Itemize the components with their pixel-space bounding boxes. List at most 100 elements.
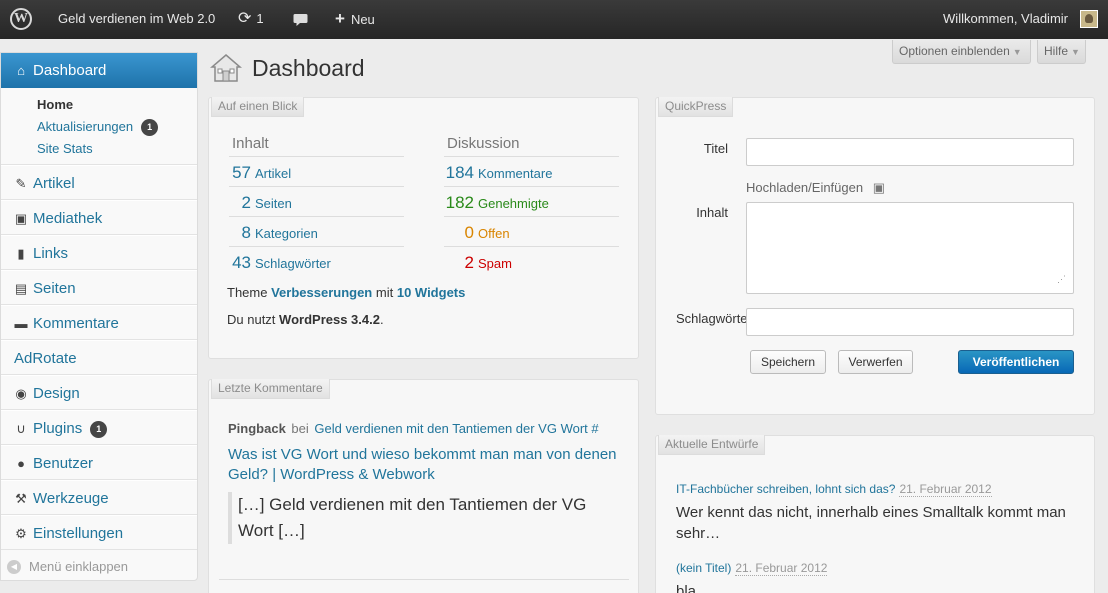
admin-bar: W Geld verdienen im Web 2.0 ⟳ 1 + Neu Will… — [0, 0, 1108, 39]
glance-label: Seiten — [255, 196, 292, 211]
submenu-updates[interactable]: Aktualisierungen 1 — [37, 116, 197, 138]
glance-label: Kategorien — [255, 226, 318, 241]
plus-icon: + — [335, 9, 345, 28]
upload-label: Hochladen/Einfügen — [746, 180, 864, 195]
site-name-link[interactable]: Geld verdienen im Web 2.0 — [58, 0, 215, 39]
menu-benutzer[interactable]: ● Benutzer — [1, 445, 197, 480]
recent-drafts-box: Aktuelle Entwürfe IT-Fachbücher schreibe… — [655, 435, 1095, 593]
at-a-glance-title[interactable]: Auf einen Blick — [211, 97, 305, 117]
resize-grip-icon[interactable]: ⋰ — [1057, 274, 1066, 285]
glance-content-heading: Inhalt — [229, 131, 404, 157]
plugin-icon: ∪ — [16, 421, 26, 436]
glance-row[interactable]: 2 Spam — [444, 247, 619, 277]
wordpress-version: WordPress 3.4.2 — [279, 312, 380, 327]
menu-artikel[interactable]: ✎ Artikel — [1, 165, 197, 200]
menu-einstellungen[interactable]: ⚙ Einstellungen — [1, 515, 197, 550]
glance-label: Genehmigte — [478, 196, 549, 211]
draft-title-link[interactable]: (kein Titel) — [676, 561, 731, 575]
recent-drafts-title[interactable]: Aktuelle Entwürfe — [658, 435, 766, 455]
draft-excerpt: Wer kennt das nicht, innerhalb eines Sma… — [676, 504, 1066, 542]
publish-button[interactable]: Veröffentlichen — [958, 350, 1074, 374]
content-label: Inhalt — [696, 205, 728, 220]
glance-row[interactable]: 184 Kommentare — [444, 157, 619, 187]
links-icon: ▮ — [17, 246, 25, 261]
menu-seiten[interactable]: ▤ Seiten — [1, 270, 197, 305]
help-button[interactable]: Hilfe ▼ — [1037, 40, 1086, 64]
comment-icon: ▬ — [14, 316, 28, 331]
glance-label: Offen — [478, 226, 510, 241]
glance-row[interactable]: 182 Genehmigte — [444, 187, 619, 217]
updates-link[interactable]: ⟳ 1 — [238, 0, 264, 39]
version-prefix: Du nutzt — [227, 312, 276, 327]
draft-title-link[interactable]: IT-Fachbücher schreiben, lohnt sich das? — [676, 482, 895, 496]
screen-options-button[interactable]: Optionen einblenden ▼ — [892, 40, 1031, 64]
menu-adrotate[interactable]: AdRotate — [1, 340, 197, 375]
glance-row[interactable]: 2 Seiten — [229, 187, 404, 217]
content-textarea[interactable]: ⋰ — [746, 202, 1074, 294]
avatar[interactable] — [1080, 10, 1098, 28]
submenu-site-stats[interactable]: Site Stats — [37, 138, 197, 160]
draft-date: 21. Februar 2012 — [899, 482, 992, 497]
dashboard-home-icon — [209, 53, 243, 83]
save-draft-button[interactable]: Speichern — [750, 350, 826, 374]
menu-design[interactable]: ◉ Design — [1, 375, 197, 410]
recent-comments-box: Letzte Kommentare Pingback bei Geld verd… — [208, 379, 639, 593]
gear-icon: ⚙ — [15, 526, 27, 541]
home-icon: ⌂ — [17, 63, 25, 78]
draft-item: (kein Titel) 21. Februar 2012 bla — [676, 560, 1076, 593]
menu-dashboard[interactable]: ⌂ Dashboard — [1, 53, 197, 88]
glance-row[interactable]: 57 Artikel — [229, 157, 404, 187]
submenu-updates-label: Aktualisierungen — [37, 119, 134, 134]
comments-icon[interactable] — [293, 0, 308, 39]
menu-einstellungen-label: Einstellungen — [33, 525, 124, 542]
screen-options-label: Optionen einblenden — [899, 44, 1010, 58]
menu-mediathek[interactable]: ▣ Mediathek — [1, 200, 197, 235]
title-input[interactable] — [746, 138, 1074, 166]
media-icon: ▣ — [14, 211, 28, 226]
media-upload-icon[interactable]: ▣ — [873, 180, 885, 195]
menu-mediathek-label: Mediathek — [33, 210, 103, 227]
collapse-menu-button[interactable]: ◀ Menü einklappen — [1, 550, 197, 584]
glance-count: 0 — [464, 223, 474, 242]
comment-type: Pingback — [228, 421, 286, 436]
menu-adrotate-label: AdRotate — [14, 350, 77, 367]
glance-label: Artikel — [255, 166, 292, 181]
comment-post-link[interactable]: Geld verdienen mit den Tantiemen der VG … — [314, 421, 598, 436]
menu-kommentare[interactable]: ▬ Kommentare — [1, 305, 197, 340]
submenu-home[interactable]: Home — [37, 94, 197, 116]
menu-design-label: Design — [33, 385, 80, 402]
discard-button[interactable]: Verwerfen — [838, 350, 913, 374]
recent-comments-title[interactable]: Letzte Kommentare — [211, 379, 330, 399]
wordpress-logo-icon[interactable]: W — [10, 0, 34, 39]
theme-info: Theme Verbesserungen mit 10 Widgets — [227, 285, 465, 300]
menu-werkzeuge[interactable]: ⚒ Werkzeuge — [1, 480, 197, 515]
theme-link[interactable]: Verbesserungen — [271, 285, 372, 300]
draft-excerpt: bla — [676, 583, 697, 593]
menu-links-label: Links — [33, 245, 69, 262]
tags-input[interactable] — [746, 308, 1074, 336]
comment-author-link[interactable]: Was ist VG Wort und wieso bekommt man ma… — [228, 445, 623, 485]
widgets-link[interactable]: 10 Widgets — [397, 285, 466, 300]
eye-icon: ◉ — [15, 386, 27, 401]
glance-discussion-heading: Diskussion — [444, 131, 619, 157]
glance-row[interactable]: 8 Kategorien — [229, 217, 404, 247]
glance-label: Schlagwörter — [255, 256, 331, 271]
glance-discussion-column: Diskussion 184 Kommentare 182 Genehmigte 0… — [444, 131, 619, 277]
quickpress-title[interactable]: QuickPress — [658, 97, 734, 117]
glance-label: Spam — [478, 256, 512, 271]
glance-count: 184 — [445, 163, 474, 182]
glance-row[interactable]: 43 Schlagwörter — [229, 247, 404, 277]
glance-content-column: Inhalt 57 Artikel 2 Seiten 8 Kategorien 43 S… — [229, 131, 404, 277]
glance-row[interactable]: 0 Offen — [444, 217, 619, 247]
new-content-link[interactable]: + Neu — [335, 0, 375, 39]
new-label: Neu — [350, 12, 375, 27]
upload-insert: Hochladen/Einfügen ▣ — [746, 180, 885, 196]
menu-plugins[interactable]: ∪ Plugins 1 — [1, 410, 197, 445]
glance-count: 2 — [241, 193, 251, 212]
menu-seiten-label: Seiten — [33, 280, 76, 297]
menu-links[interactable]: ▮ Links — [1, 235, 197, 270]
welcome-user-link[interactable]: Willkommen, Vladimir — [943, 0, 1068, 39]
refresh-icon: ⟳ — [238, 10, 252, 27]
dropdown-arrow-icon: ▼ — [1012, 47, 1022, 57]
version-info: Du nutzt WordPress 3.4.2. — [227, 312, 384, 327]
